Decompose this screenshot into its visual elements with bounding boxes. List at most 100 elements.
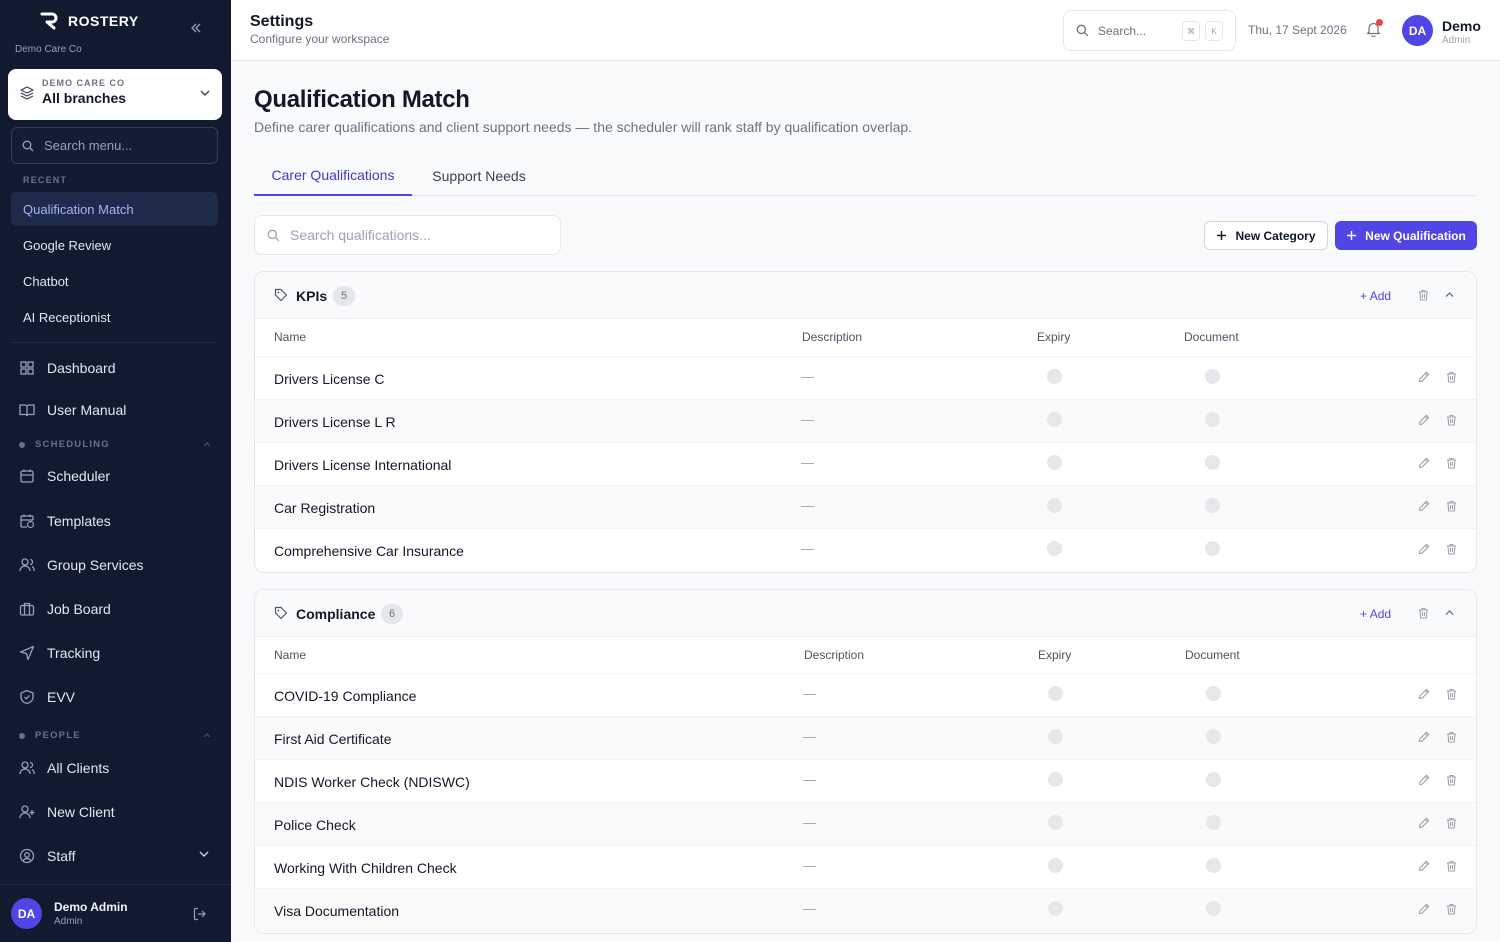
menu-search[interactable] bbox=[11, 127, 218, 164]
new-category-button[interactable]: New Category bbox=[1204, 221, 1328, 250]
qualification-search[interactable] bbox=[254, 215, 561, 255]
document-indicator[interactable] bbox=[1205, 498, 1220, 513]
recent-item-ai-receptionist[interactable]: AI Receptionist bbox=[11, 300, 218, 334]
brand[interactable]: ROSTERY bbox=[40, 12, 139, 30]
nav-job-board[interactable]: Job Board bbox=[19, 594, 219, 624]
nav-templates[interactable]: Templates bbox=[19, 506, 219, 536]
document-indicator[interactable] bbox=[1206, 858, 1221, 873]
chevron-up-icon bbox=[203, 442, 211, 447]
category-header[interactable]: KPIs 5 + Add bbox=[255, 272, 1476, 319]
menu-search-input[interactable] bbox=[44, 138, 204, 153]
pencil-icon[interactable] bbox=[1418, 774, 1430, 786]
table-row[interactable]: NDIS Worker Check (NDISWC) — bbox=[255, 759, 1476, 802]
new-qualification-button[interactable]: New Qualification bbox=[1335, 221, 1477, 250]
people-group-toggle[interactable]: PEOPLE bbox=[19, 730, 211, 741]
pencil-icon[interactable] bbox=[1418, 731, 1430, 743]
category-header[interactable]: Compliance 6 + Add bbox=[255, 590, 1476, 637]
table-row[interactable]: Visa Documentation — bbox=[255, 888, 1476, 931]
document-indicator[interactable] bbox=[1205, 455, 1220, 470]
nav-dashboard[interactable]: Dashboard bbox=[19, 353, 219, 383]
table-row[interactable]: Working With Children Check — bbox=[255, 845, 1476, 888]
recent-item-qualification-match[interactable]: Qualification Match bbox=[11, 192, 218, 226]
pencil-icon[interactable] bbox=[1418, 688, 1430, 700]
qualification-search-input[interactable] bbox=[290, 227, 540, 243]
table-row[interactable]: Car Registration — bbox=[255, 485, 1476, 528]
document-indicator[interactable] bbox=[1206, 901, 1221, 916]
expiry-indicator[interactable] bbox=[1048, 901, 1063, 916]
trash-icon[interactable] bbox=[1446, 817, 1457, 829]
expiry-indicator[interactable] bbox=[1048, 686, 1063, 701]
tab-carer-qualifications[interactable]: Carer Qualifications bbox=[254, 155, 412, 196]
description-value: — bbox=[801, 455, 814, 470]
expiry-indicator[interactable] bbox=[1048, 815, 1063, 830]
table-row[interactable]: COVID-19 Compliance — bbox=[255, 673, 1476, 716]
nav-group-services[interactable]: Group Services bbox=[19, 550, 219, 580]
trash-icon[interactable] bbox=[1446, 500, 1457, 512]
trash-icon[interactable] bbox=[1418, 607, 1429, 619]
pencil-icon[interactable] bbox=[1418, 860, 1430, 872]
trash-icon[interactable] bbox=[1418, 289, 1429, 301]
table-row[interactable]: Police Check — bbox=[255, 802, 1476, 845]
add-qualification-link[interactable]: + Add bbox=[1360, 289, 1391, 303]
avatar[interactable]: DA bbox=[11, 898, 42, 929]
global-search-input[interactable] bbox=[1098, 23, 1178, 38]
tab-support-needs[interactable]: Support Needs bbox=[420, 155, 538, 196]
branch-selector[interactable]: DEMO CARE CO All branches bbox=[8, 69, 222, 120]
pencil-icon[interactable] bbox=[1418, 543, 1430, 555]
recent-item-google-review[interactable]: Google Review bbox=[11, 228, 218, 262]
trash-icon[interactable] bbox=[1446, 860, 1457, 872]
table-row[interactable]: Drivers License L R — bbox=[255, 399, 1476, 442]
nav-scheduler[interactable]: Scheduler bbox=[19, 461, 219, 491]
document-indicator[interactable] bbox=[1205, 369, 1220, 384]
trash-icon[interactable] bbox=[1446, 688, 1457, 700]
expiry-indicator[interactable] bbox=[1047, 412, 1062, 427]
nav-all-clients[interactable]: All Clients bbox=[19, 753, 219, 783]
pencil-icon[interactable] bbox=[1418, 500, 1430, 512]
document-indicator[interactable] bbox=[1205, 541, 1220, 556]
nav-label: Tracking bbox=[47, 645, 101, 661]
document-indicator[interactable] bbox=[1206, 729, 1221, 744]
expiry-indicator[interactable] bbox=[1047, 541, 1062, 556]
table-row[interactable]: Comprehensive Car Insurance — bbox=[255, 528, 1476, 571]
expiry-indicator[interactable] bbox=[1047, 369, 1062, 384]
nav-user-manual[interactable]: User Manual bbox=[19, 395, 219, 425]
trash-icon[interactable] bbox=[1446, 457, 1457, 469]
notifications-button[interactable] bbox=[1366, 19, 1383, 37]
pencil-icon[interactable] bbox=[1418, 903, 1430, 915]
expiry-indicator[interactable] bbox=[1048, 729, 1063, 744]
trash-icon[interactable] bbox=[1446, 371, 1457, 383]
pencil-icon[interactable] bbox=[1418, 457, 1430, 469]
avatar[interactable]: DA bbox=[1402, 15, 1433, 46]
document-indicator[interactable] bbox=[1206, 686, 1221, 701]
nav-tracking[interactable]: Tracking bbox=[19, 638, 219, 668]
collapse-sidebar-button[interactable] bbox=[190, 22, 202, 34]
recent-item-chatbot[interactable]: Chatbot bbox=[11, 264, 218, 298]
pencil-icon[interactable] bbox=[1418, 371, 1430, 383]
nav-new-client[interactable]: New Client bbox=[19, 797, 219, 827]
table-row[interactable]: First Aid Certificate — bbox=[255, 716, 1476, 759]
table-row[interactable]: Drivers License C — bbox=[255, 356, 1476, 399]
expiry-indicator[interactable] bbox=[1048, 772, 1063, 787]
nav-staff[interactable]: Staff bbox=[19, 841, 219, 871]
trash-icon[interactable] bbox=[1446, 414, 1457, 426]
nav-evv[interactable]: EVV bbox=[19, 682, 219, 712]
trash-icon[interactable] bbox=[1446, 774, 1457, 786]
document-indicator[interactable] bbox=[1206, 772, 1221, 787]
pencil-icon[interactable] bbox=[1418, 817, 1430, 829]
trash-icon[interactable] bbox=[1446, 543, 1457, 555]
document-indicator[interactable] bbox=[1206, 815, 1221, 830]
trash-icon[interactable] bbox=[1446, 731, 1457, 743]
trash-icon[interactable] bbox=[1446, 903, 1457, 915]
document-indicator[interactable] bbox=[1205, 412, 1220, 427]
expiry-indicator[interactable] bbox=[1047, 498, 1062, 513]
expiry-indicator[interactable] bbox=[1048, 858, 1063, 873]
scheduling-group-toggle[interactable]: SCHEDULING bbox=[19, 439, 211, 450]
logout-icon[interactable] bbox=[193, 907, 207, 921]
pencil-icon[interactable] bbox=[1418, 414, 1430, 426]
table-row[interactable]: Drivers License International — bbox=[255, 442, 1476, 485]
chevron-up-icon[interactable] bbox=[1445, 291, 1454, 298]
chevron-up-icon[interactable] bbox=[1445, 609, 1454, 616]
global-search[interactable]: ⌘ K bbox=[1063, 10, 1236, 51]
add-qualification-link[interactable]: + Add bbox=[1360, 607, 1391, 621]
expiry-indicator[interactable] bbox=[1047, 455, 1062, 470]
